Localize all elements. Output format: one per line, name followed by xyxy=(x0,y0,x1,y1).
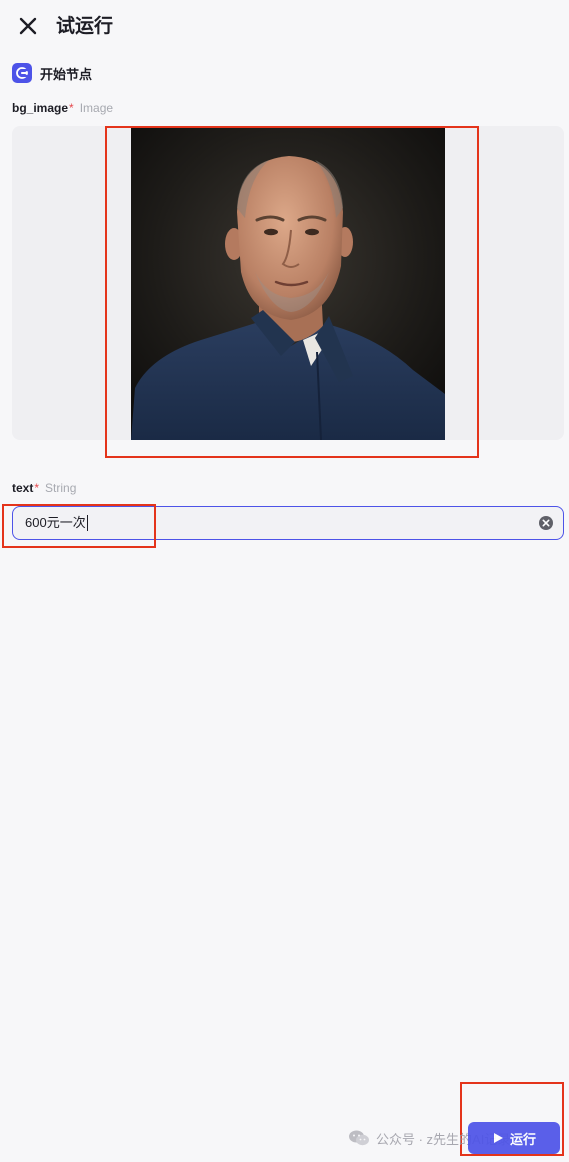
close-button[interactable] xyxy=(16,14,40,38)
field-type: Image xyxy=(79,101,114,115)
page-title: 试运行 xyxy=(56,16,114,37)
play-icon xyxy=(493,1133,503,1143)
close-icon xyxy=(19,17,37,35)
portrait-image xyxy=(131,126,445,440)
field-name: bg_image xyxy=(12,101,69,115)
bg-image-upload[interactable] xyxy=(12,126,564,440)
field-type: String xyxy=(45,481,77,495)
text-caret xyxy=(86,515,88,531)
required-mark: * xyxy=(69,101,74,115)
text-field-label: text * String xyxy=(12,480,76,496)
run-button[interactable]: 运行 xyxy=(468,1122,560,1154)
start-node-header: 开始节点 xyxy=(12,63,92,83)
bg-image-field-label: bg_image * Image xyxy=(12,100,113,116)
field-name: text xyxy=(12,481,34,495)
text-input-value-wrap: 600元一次 xyxy=(25,507,88,539)
text-input-value: 600元一次 xyxy=(25,515,86,530)
wechat-icon xyxy=(349,1130,369,1146)
start-node-icon xyxy=(12,63,32,83)
run-button-label: 运行 xyxy=(509,1131,536,1147)
start-node-label: 开始节点 xyxy=(40,66,93,82)
clear-icon[interactable] xyxy=(538,515,554,531)
header: 试运行 xyxy=(0,0,569,54)
required-mark: * xyxy=(34,481,40,495)
text-input[interactable]: 600元一次 xyxy=(12,506,564,540)
